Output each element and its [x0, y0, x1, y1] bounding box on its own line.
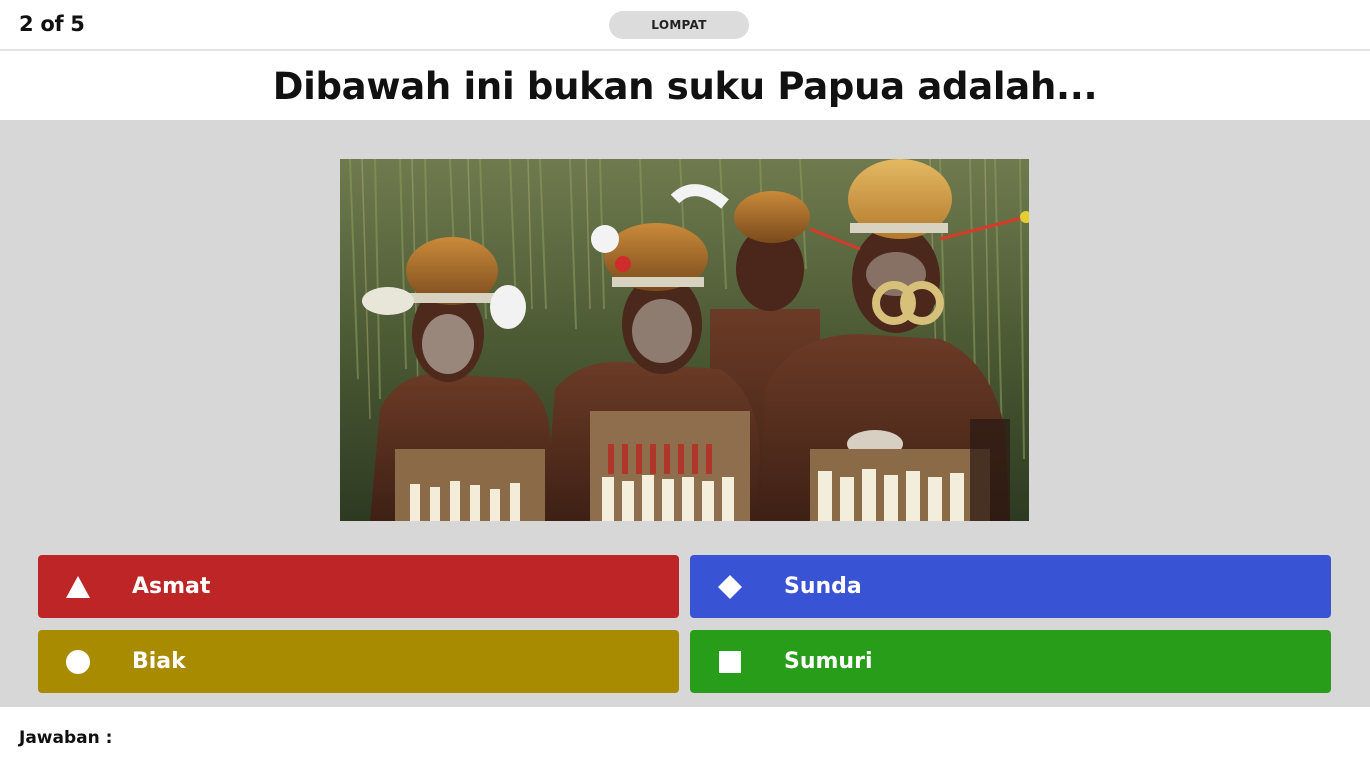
answer-label: Sunda — [784, 574, 862, 599]
question-image — [340, 159, 1029, 521]
answer-option-biak[interactable]: Biak — [38, 630, 679, 693]
answer-label: Biak — [132, 649, 186, 674]
answer-option-sunda[interactable]: Sunda — [690, 555, 1331, 618]
answer-footer: Jawaban : — [0, 707, 1370, 768]
diamond-icon — [717, 574, 743, 600]
skip-button[interactable]: LOMPAT — [609, 11, 749, 39]
answer-label: Sumuri — [784, 649, 873, 674]
triangle-icon — [65, 574, 91, 600]
answer-status-label: Jawaban : — [19, 728, 113, 748]
answer-option-sumuri[interactable]: Sumuri — [690, 630, 1331, 693]
answer-label: Asmat — [132, 574, 211, 599]
question-text: Dibawah ini bukan suku Papua adalah... — [272, 65, 1098, 108]
square-icon — [717, 649, 743, 675]
top-bar: 2 of 5 LOMPAT — [0, 0, 1370, 51]
circle-icon — [65, 649, 91, 675]
question-band: Dibawah ini bukan suku Papua adalah... — [0, 53, 1370, 120]
photo-papua-tribesmen-icon — [340, 159, 1029, 521]
answer-option-asmat[interactable]: Asmat — [38, 555, 679, 618]
question-counter: 2 of 5 — [19, 12, 85, 36]
question-stage: Asmat Sunda Biak Sumuri — [0, 120, 1370, 707]
